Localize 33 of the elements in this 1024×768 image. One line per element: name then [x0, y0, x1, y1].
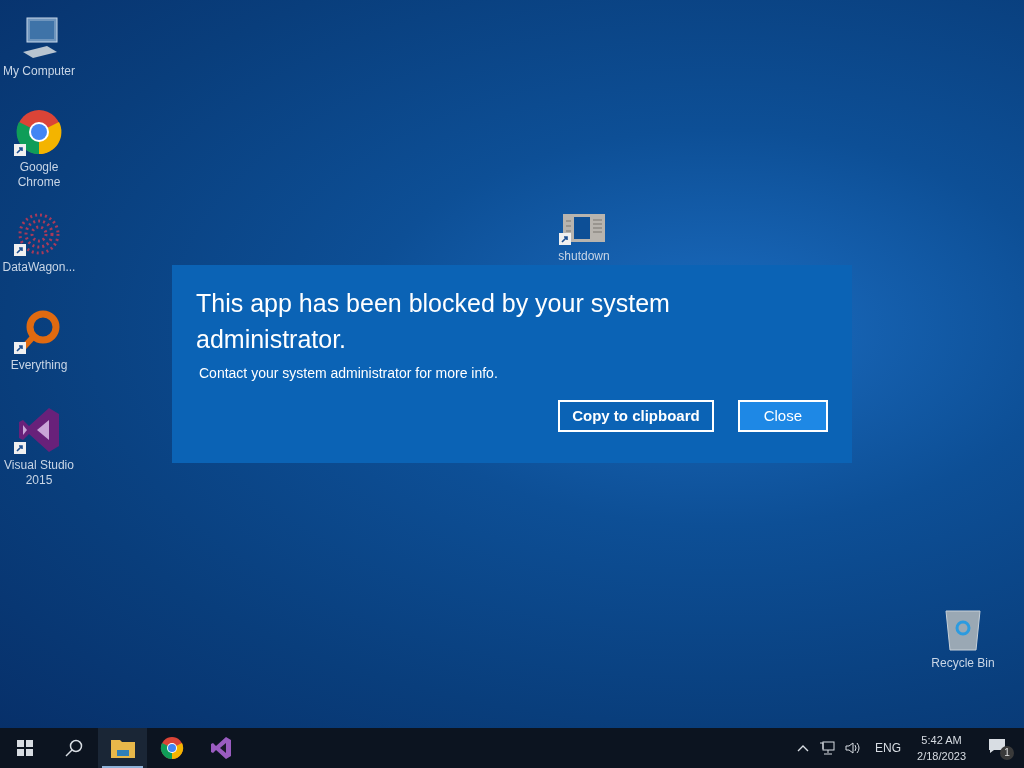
- windows-logo-icon[interactable]: [16, 740, 33, 756]
- dialog-button[interactable]: Close: [737, 400, 828, 432]
- flower-icon: [17, 212, 61, 256]
- shortcut-arrow-icon: [559, 233, 571, 245]
- visual-studio-icon[interactable]: [208, 736, 233, 760]
- notification-button[interactable]: 1: [988, 736, 1014, 760]
- chevron-up-icon[interactable]: [797, 744, 810, 752]
- chrome-icon: [15, 108, 63, 156]
- shortcut-arrow-icon: [14, 442, 26, 454]
- folder-icon[interactable]: [110, 738, 135, 758]
- icon-label[interactable]: Visual Studio 2015: [0, 458, 78, 488]
- speaker-icon[interactable]: [845, 741, 862, 755]
- clock[interactable]: 5:42 AM 2/18/2023: [917, 732, 966, 764]
- icon-label[interactable]: DataWagon...: [2, 260, 76, 275]
- window-icon: [562, 213, 606, 245]
- visual-studio-icon: [17, 406, 61, 454]
- shortcut-arrow-icon: [14, 144, 26, 156]
- dialog-button[interactable]: Copy to clipboard: [558, 400, 714, 432]
- network-icon[interactable]: [819, 741, 836, 755]
- dialog-message: Contact your system administrator for more info.: [199, 364, 499, 383]
- recycle-bin-icon: [943, 608, 983, 652]
- dialog-title: This app has been blocked by your system administrator.: [196, 288, 671, 355]
- shortcut-arrow-icon: [14, 244, 26, 256]
- icon-label[interactable]: Google Chrome: [0, 160, 78, 190]
- chrome-icon[interactable]: [159, 736, 184, 760]
- shortcut-arrow-icon: [14, 342, 26, 354]
- icon-label[interactable]: shutdown: [558, 249, 610, 264]
- language-indicator[interactable]: ENG: [875, 739, 902, 757]
- search-icon[interactable]: [64, 739, 83, 757]
- active-indicator: [102, 766, 143, 768]
- icon-label[interactable]: Everything: [10, 358, 68, 373]
- icon-label[interactable]: Recycle Bin: [931, 656, 995, 671]
- icon-label[interactable]: My Computer: [3, 64, 75, 79]
